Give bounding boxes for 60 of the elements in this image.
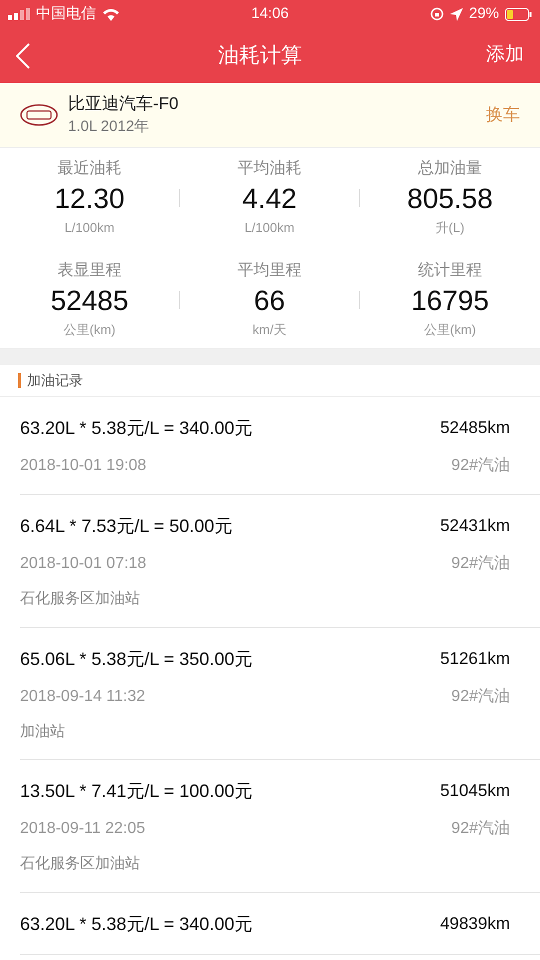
fuel-amount: 65.06L * 5.38元/L = 350.00元: [20, 648, 252, 670]
signal-icon: [8, 8, 30, 20]
station-name: 石化服务区加油站: [20, 589, 141, 609]
stat-value: 805.58: [407, 182, 493, 216]
section-title: 加油记录: [27, 371, 83, 390]
odometer-reading: 52431km: [440, 515, 510, 537]
fuel-amount: 6.64L * 7.53元/L = 50.00元: [20, 515, 232, 538]
stat-value: 66: [254, 284, 286, 318]
section-marker: [18, 373, 21, 388]
record-item[interactable]: 13.50L * 7.41元/L = 100.00元 51045km 2018-09-11 22:05 92#汽油 石化服务区加油站: [20, 760, 540, 892]
odometer-reading: 52485km: [440, 417, 510, 439]
fuel-type: 92#汽油: [451, 686, 510, 706]
record-item[interactable]: 63.20L * 5.38元/L = 340.00元 52485km 2018-10-01 19:08 92#汽油: [20, 397, 540, 495]
car-logo-icon: [20, 104, 58, 126]
fuel-type: 92#汽油: [451, 818, 510, 839]
rotation-lock-icon: [430, 7, 444, 21]
page-title: 油耗计算: [217, 42, 303, 69]
stat-unit: L/100km: [244, 219, 294, 237]
odometer-reading: 51045km: [440, 780, 510, 802]
record-date: 2018-10-01 19:08: [20, 456, 146, 476]
record-item[interactable]: 6.64L * 7.53元/L = 50.00元 52431km 2018-10-01 07:18 92#汽油 石化服务区加油站: [20, 495, 540, 628]
fuel-type: 92#汽油: [451, 456, 510, 476]
record-item[interactable]: 63.20L * 5.38元/L = 340.00元 49839km: [20, 892, 540, 954]
record-date: 2018-10-01 07:18: [20, 554, 146, 574]
stat-value: 4.42: [242, 182, 297, 216]
odometer-reading: 49839km: [440, 912, 510, 934]
car-spec: 1.0L 2012年: [68, 117, 150, 137]
fuel-amount: 63.20L * 5.38元/L = 340.00元: [20, 417, 252, 440]
stat-label: 平均油耗: [238, 158, 302, 179]
record-date: 2018-09-14 11:32: [20, 686, 146, 706]
battery-icon: [505, 8, 532, 20]
stat-label: 表显里程: [58, 260, 122, 281]
stat-unit: 公里(km): [424, 321, 476, 339]
fuel-type: 92#汽油: [451, 554, 510, 574]
station-name: 加油站: [20, 722, 66, 742]
stat-value: 12.30: [54, 182, 125, 216]
add-button[interactable]: 添加: [464, 41, 524, 70]
stat-unit: 升(L): [436, 219, 464, 237]
back-icon: [16, 42, 30, 68]
stat-label: 最近油耗: [58, 158, 122, 179]
stat-label: 平均里程: [238, 261, 302, 281]
stat-unit: km/天: [252, 321, 286, 339]
battery-percent: 29%: [468, 4, 500, 24]
stat-value: 52485: [50, 284, 128, 318]
clock-time: 14:06: [250, 4, 290, 24]
stat-label: 总加油量: [418, 158, 482, 179]
stat-label: 统计里程: [418, 260, 482, 281]
wifi-icon: [102, 8, 120, 20]
stat-value: 16795: [411, 284, 489, 318]
record-date: 2018-09-11 22:05: [20, 819, 146, 839]
stat-unit: L/100km: [64, 219, 114, 237]
fuel-amount: 13.50L * 7.41元/L = 100.00元: [20, 780, 252, 803]
stat-unit: 公里(km): [64, 321, 116, 339]
fuel-amount: 63.20L * 5.38元/L = 340.00元: [20, 912, 252, 936]
location-icon: [450, 8, 463, 20]
record-item[interactable]: 65.06L * 5.38元/L = 350.00元 51261km 2018-09-14 11:32 92#汽油 加油站: [20, 628, 540, 760]
station-name: 石化服务区加油站: [20, 854, 141, 874]
car-name: 比亚迪汽车-F0: [68, 93, 180, 115]
carrier-name: 中国电信: [36, 4, 96, 24]
odometer-reading: 51261km: [440, 648, 510, 670]
